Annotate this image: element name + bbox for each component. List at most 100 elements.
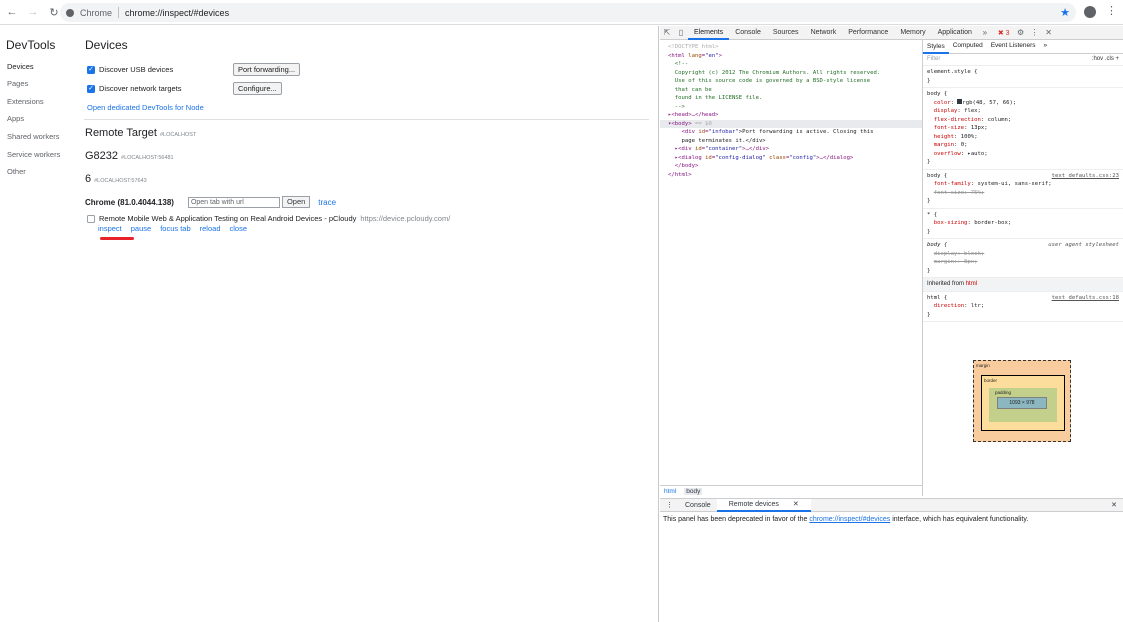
head-node[interactable]: <head>…</head> — [671, 112, 718, 118]
breadcrumb-html[interactable]: html — [664, 488, 676, 495]
overridden-prop: display: block; — [933, 250, 985, 257]
sidebar-item-devices[interactable]: Devices — [7, 62, 34, 71]
body-text-defaults-rule[interactable]: body {text_defaults.css:23 font-family: … — [923, 170, 1123, 209]
tab-event-listeners[interactable]: Event Listeners — [987, 42, 1040, 51]
attr-value: "config-dialog" — [715, 154, 766, 161]
error-count-badge[interactable]: ✖ 3 — [998, 29, 1010, 37]
usb-checkbox[interactable]: ✓ — [87, 65, 95, 74]
sidebar-item-shared-workers[interactable]: Shared workers — [7, 132, 60, 141]
back-icon[interactable]: ← — [3, 3, 21, 21]
sidebar-item-service-workers[interactable]: Service workers — [7, 150, 60, 159]
devtools-menu-icon[interactable]: ⋮ — [1028, 28, 1042, 37]
doctype-node[interactable]: <!DOCTYPE html> — [668, 44, 719, 50]
forward-icon[interactable]: → — [24, 3, 42, 21]
new-rule-icon[interactable]: + — [1115, 56, 1119, 62]
tag-text: </body> — [674, 163, 699, 169]
bookmark-star-icon[interactable]: ★ — [1060, 6, 1070, 19]
user-agent-rule[interactable]: body {user agent stylesheet display: blo… — [923, 239, 1123, 278]
site-info-icon[interactable] — [66, 8, 74, 17]
close-devtools-icon[interactable]: ✕ — [1042, 28, 1056, 37]
target-url: https://device.pcloudy.com/ — [360, 214, 451, 223]
tab-network[interactable]: Network — [805, 26, 843, 40]
comment-line: Copyright (c) 2012 The Chromium Authors.… — [674, 69, 881, 76]
tag-text[interactable]: <div — [678, 146, 695, 152]
tab-computed[interactable]: Computed — [949, 42, 987, 51]
attr-value: "config" — [789, 154, 817, 161]
profile-avatar-icon[interactable] — [1084, 6, 1096, 18]
close-tab-icon[interactable]: ✕ — [787, 501, 805, 508]
body-node-selected[interactable]: ▾<body> == $0 — [660, 119, 922, 128]
more-tabs-icon[interactable]: » — [978, 28, 992, 37]
cls-toggle[interactable]: .cls — [1105, 56, 1114, 62]
focus-tab-link[interactable]: focus tab — [160, 224, 190, 233]
sidebar-item-other[interactable]: Other — [7, 167, 26, 176]
inherited-label: Inherited from — [927, 281, 965, 287]
device-name: G8232 — [85, 150, 119, 162]
comment-line: Use of this source code is governed by a… — [674, 78, 871, 84]
more-styles-tabs-icon[interactable]: » — [1040, 42, 1052, 51]
reload-link[interactable]: reload — [200, 224, 221, 233]
rule-source-link[interactable]: text_defaults.css:18 — [1052, 294, 1119, 303]
node-devtools-link[interactable]: Open dedicated DevTools for Node — [87, 103, 204, 112]
comment-line: --> — [674, 103, 685, 110]
sidebar-item-pages[interactable]: Pages — [7, 79, 28, 88]
prop-value: border-box; — [974, 220, 1012, 226]
sidebar-item-apps[interactable]: Apps — [7, 114, 24, 123]
inherited-tag-link[interactable]: html — [966, 281, 977, 287]
styles-pane: Styles Computed Event Listeners » Filter… — [923, 40, 1123, 496]
address-bar[interactable]: Chrome chrome://inspect/#devices ★ — [60, 3, 1076, 22]
inspect-link[interactable]: inspect — [98, 224, 122, 233]
port-forwarding-button[interactable]: Port forwarding... — [233, 63, 301, 76]
deprecation-message: This panel has been deprecated in favor … — [660, 512, 1123, 527]
html-text-defaults-rule[interactable]: html {text_defaults.css:18 direction: lt… — [923, 292, 1123, 322]
box-model-content[interactable]: 1093 × 978 — [997, 397, 1047, 409]
drawer-tabbar: ⋮ Console Remote devices ✕ ✕ — [660, 498, 1123, 512]
prop-value: system-ui, sans-serif; — [977, 181, 1052, 187]
inspect-element-icon[interactable]: ⇱ — [660, 28, 674, 37]
breadcrumb-body[interactable]: body — [684, 487, 703, 495]
configure-button[interactable]: Configure... — [233, 82, 282, 95]
open-button[interactable]: Open — [281, 196, 311, 208]
inspect-devices-link[interactable]: chrome://inspect/#devices — [809, 516, 890, 523]
box-model-padding: padding 1093 × 978 — [989, 388, 1057, 422]
tab-console[interactable]: Console — [729, 26, 767, 40]
device-toolbar-icon[interactable]: ▯ — [674, 28, 688, 37]
browser-toolbar: ← → ↻ Chrome chrome://inspect/#devices ★… — [0, 0, 1123, 25]
box-model-border: border padding 1093 × 978 — [981, 375, 1065, 431]
open-tab-url-input[interactable]: Open tab with url — [187, 196, 280, 208]
tab-styles[interactable]: Styles — [923, 40, 949, 54]
element-style-rule[interactable]: element.style { } — [923, 66, 1123, 88]
sidebar-item-extensions[interactable]: Extensions — [7, 97, 44, 106]
styles-filter-input[interactable]: Filter — [927, 55, 940, 64]
tag-text[interactable]: <dialog — [678, 155, 705, 161]
drawer-tab-console[interactable]: Console — [679, 502, 717, 509]
universal-rule[interactable]: * { box-sizing: border-box; } — [923, 209, 1123, 239]
network-checkbox[interactable]: ✓ — [87, 84, 95, 93]
pause-link[interactable]: pause — [131, 224, 151, 233]
tab-sources[interactable]: Sources — [767, 26, 805, 40]
message-text: interface, which has equivalent function… — [892, 516, 1029, 523]
address-url[interactable]: chrome://inspect/#devices — [125, 8, 229, 18]
drawer-tab-remote-devices[interactable]: Remote devices ✕ — [716, 498, 811, 512]
elements-tree[interactable]: <!DOCTYPE html> <html lang="en"> <!-- Co… — [660, 40, 923, 496]
drawer-menu-icon[interactable]: ⋮ — [660, 501, 679, 509]
html-node[interactable]: <html lang="en"> — [668, 53, 722, 59]
tab-application[interactable]: Application — [932, 26, 978, 40]
hov-toggle[interactable]: :hov — [1092, 56, 1103, 62]
rule-selector: * { — [927, 211, 938, 218]
close-drawer-icon[interactable]: ✕ — [1105, 501, 1123, 509]
close-link[interactable]: close — [230, 224, 248, 233]
message-text: This panel has been deprecated in favor … — [663, 516, 808, 523]
sidebar-title: DevTools — [6, 38, 56, 52]
tab-performance[interactable]: Performance — [842, 26, 894, 40]
trace-link[interactable]: trace — [318, 198, 336, 207]
devtools-drawer: ⋮ Console Remote devices ✕ ✕ This panel … — [660, 498, 1123, 622]
settings-gear-icon[interactable]: ⚙ — [1014, 28, 1028, 37]
attr-value: "container" — [705, 146, 743, 152]
menu-kebab-icon[interactable]: ⋮ — [1106, 4, 1117, 18]
tab-memory[interactable]: Memory — [894, 26, 931, 40]
rule-source-link[interactable]: text_defaults.css:23 — [1052, 172, 1119, 181]
prop-value: flex; — [964, 108, 981, 114]
body-style-rule[interactable]: body { color: rgb(48, 57, 66); display: … — [923, 88, 1123, 170]
tab-elements[interactable]: Elements — [688, 26, 730, 40]
